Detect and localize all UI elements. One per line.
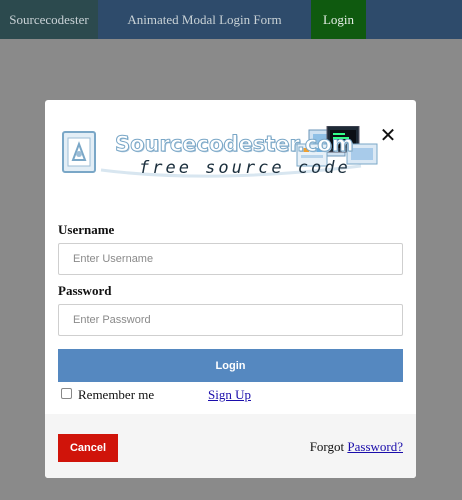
login-button[interactable]: Login (58, 349, 403, 382)
forgot-password-link[interactable]: Password? (347, 439, 403, 454)
cancel-button[interactable]: Cancel (58, 434, 118, 462)
username-label: Username (58, 222, 115, 237)
logo-wordmark: Sourcecodester.com (115, 132, 355, 157)
modal-footer: Cancel Forgot Password? (45, 414, 416, 478)
nav-login-link[interactable]: Login (311, 0, 366, 39)
remember-checkbox[interactable] (61, 388, 72, 399)
nav-title[interactable]: Animated Modal Login Form (98, 0, 311, 39)
signup-link[interactable]: Sign Up (208, 387, 251, 403)
modal-header: Sourcecodester.com free source code ✕ (45, 100, 416, 200)
login-form: Username Password Login (58, 222, 403, 382)
sourcecodester-logo: Sourcecodester.com free source code (61, 125, 381, 186)
nav-brand[interactable]: Sourcecodester (0, 0, 98, 39)
password-input[interactable] (58, 304, 403, 336)
close-icon[interactable]: ✕ (378, 124, 398, 146)
login-modal: Sourcecodester.com free source code ✕ Us… (45, 100, 416, 478)
document-icon (62, 131, 96, 173)
remember-label[interactable]: Remember me (78, 387, 154, 403)
forgot-password-text: Forgot Password? (310, 439, 403, 455)
top-navbar: Sourcecodester Animated Modal Login Form… (0, 0, 462, 39)
password-label: Password (58, 283, 112, 298)
logo-tagline: free source code (139, 158, 351, 178)
username-input[interactable] (58, 243, 403, 275)
forgot-label: Forgot (309, 439, 345, 454)
remember-row: Remember me Sign Up (58, 386, 403, 404)
